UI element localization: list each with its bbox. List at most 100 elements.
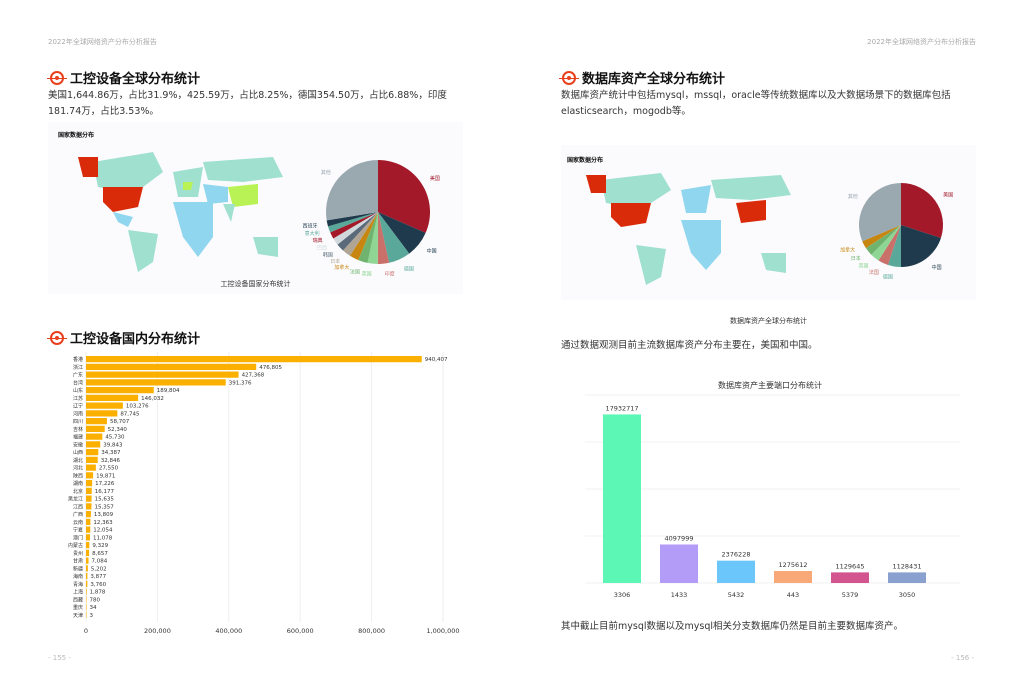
y-tick-label: 河北 [73,465,83,472]
country-pie-chart: 美国中国德国印度英国法国加拿大日本韩国巴西瑞典意大利西班牙其他 [302,160,440,278]
bar-value-label: 34,387 [101,450,121,456]
bar-value-label: 15,635 [95,497,115,503]
pie-label: 英国 [858,263,868,270]
database-distribution-panel: 国家数据分布 美国 中国 德国 法国 英国 日本 加拿大 其他 [561,145,976,300]
y-tick-label: 内蒙古 [68,542,83,549]
world-map [586,173,791,285]
bar-value-label: 52,340 [108,427,128,433]
bar-value-label: 9,329 [92,543,108,549]
province-bar-chart: 0 200,000 400,000 600,000 800,000 1,000,000 香港… [68,352,460,635]
bar [86,596,87,603]
bar-value-label: 8,657 [92,551,108,557]
bar [86,526,91,533]
pie-label: 中国 [932,264,942,271]
bar [86,580,88,587]
map-china [228,184,258,207]
bar-value-label: 1275612 [779,561,808,569]
bar [86,418,107,425]
y-tick-label: 北京 [73,488,83,495]
bar [717,560,755,583]
x-tick-label: 600,000 [287,627,314,635]
x-tick-label: 5379 [842,591,859,599]
map-canada [93,152,163,192]
bar-value-label: 3,877 [90,574,106,580]
y-tick-label: 广东 [73,372,83,379]
bar [86,371,239,378]
map-russia [711,175,791,200]
bar [86,441,101,448]
y-tick-label: 辽宁 [73,403,83,410]
bar [86,565,88,572]
map-alaska [78,157,98,177]
bar-value-label: 189,804 [157,388,180,394]
bar-value-label: 11,078 [93,535,113,541]
pie-label: 日本 [330,258,340,265]
bar [86,534,90,541]
bar [660,544,698,583]
bar-value-label: 39,843 [103,442,123,448]
bar-value-label: 17,226 [95,481,115,487]
bar-value-label: 3,760 [90,582,106,588]
pie-label: 美国 [430,175,440,182]
bar-value-label: 1,878 [90,590,106,596]
y-tick-label: 陕西 [73,472,83,479]
bar-value-label: 16,177 [95,489,115,495]
bar [86,464,96,471]
y-tick-label: 西藏 [73,596,83,603]
section-paragraph: 美国1,644.86万，占比31.9%，425.59万，占比8.25%，德国35… [48,90,447,117]
bar-value-label: 87,745 [120,411,140,417]
pie-label: 加拿大 [840,246,855,253]
x-tick-label: 3050 [899,591,916,599]
map-usa [103,187,143,212]
bar-value-label: 58,707 [110,419,130,425]
y-tick-label: 四川 [73,419,83,425]
map-middle-asia [203,184,228,204]
map-africa [681,220,721,270]
y-tick-label: 上海 [73,589,83,596]
global-distribution-panel: 国家数据分布 美国 中国 德国 印度 英国 法国 加拿大 日本 韩国 巴西 瑞典 意大利 西班牙 其他 工… [48,122,463,294]
y-tick-label: 湖北 [73,457,83,464]
bar [86,410,118,417]
bar [86,518,91,525]
page-header: 2022年全球网络资产分布分析报告 [48,38,157,46]
bar-value-label: 1128431 [893,562,922,570]
x-tick-label: 0 [84,627,88,635]
map-russia [203,157,283,182]
bar [86,363,257,370]
map-africa [173,202,213,257]
pie-label: 美国 [943,191,953,198]
map-title: 国家数据分布 [58,132,95,139]
bar [86,549,90,556]
y-tick-label: 宁夏 [73,527,83,534]
bar-value-label: 1129645 [836,562,865,570]
y-tick-label: 广西 [73,511,83,518]
bar-value-label: 27,550 [99,466,119,472]
bar-value-label: 13,809 [94,512,114,518]
bar-value-label: 34 [90,605,97,611]
bar [86,495,92,502]
y-tick-label: 浙江 [73,364,83,371]
chart-caption: 工控设备国家分布统计 [220,280,291,288]
y-tick-label: 台湾 [73,379,83,386]
x-tick-label: 1,000,000 [426,627,459,635]
y-tick-label: 黑龙江 [68,496,83,503]
target-icon [47,70,67,85]
pie-label: 巴西 [317,245,327,251]
section-title: 工控设备国内分布统计 [47,328,200,347]
section-title-text: 数据库资产全球分布统计 [582,72,726,87]
bar [86,425,105,432]
bar [86,456,98,463]
y-tick-label: 河南 [73,410,83,417]
y-tick-label: 山西 [73,449,83,456]
pie-label: 法国 [869,269,879,276]
x-tick-label: 1433 [671,591,688,599]
bar [86,611,87,618]
y-tick-label: 安徽 [73,441,83,448]
bar-value-label: 17932717 [605,404,638,412]
page-number: - 155 - [48,654,71,662]
bar [86,487,92,494]
bar-value-label: 3 [90,613,94,619]
bar-value-label: 2376228 [722,551,751,559]
map-alaska [586,175,606,193]
section-paragraph: 数据库资产统计中包括mysql，mssql，oracle等传统数据库以及大数据场… [561,90,951,117]
